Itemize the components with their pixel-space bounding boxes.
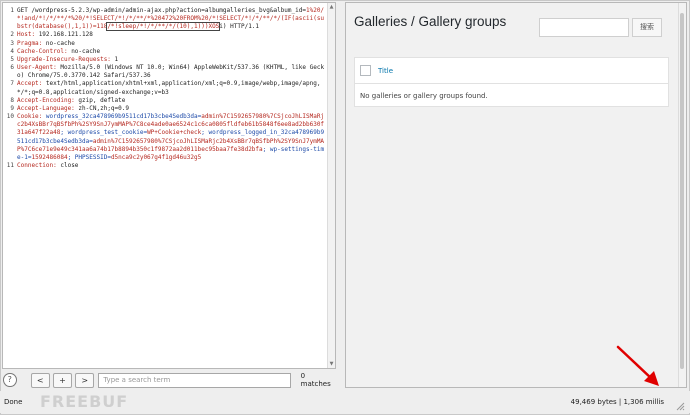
line-segment: gzip, deflate bbox=[78, 96, 126, 104]
scroll-thumb[interactable] bbox=[680, 13, 684, 369]
gallery-search-input[interactable] bbox=[539, 18, 629, 37]
line-segment: zh-CN,zh;q=0.9 bbox=[78, 104, 129, 112]
line-number: 1 bbox=[10, 7, 14, 14]
response-scrollbar[interactable] bbox=[678, 3, 686, 387]
line-text: Cookie: wordpress_32ca478969b9511cd17b3c… bbox=[17, 113, 327, 162]
status-text: Done bbox=[4, 398, 23, 406]
response-stats: 49,469 bytes | 1,306 millis bbox=[570, 398, 664, 406]
line-text: Connection: close bbox=[17, 162, 327, 170]
line-segment: Host: bbox=[17, 31, 39, 39]
line-segment: d5nca9c2y067g4f1gd46u32g5 bbox=[110, 153, 202, 161]
line-segment: 192.168.121.128 bbox=[38, 31, 93, 39]
search-toolbar: ? < + > Type a search term 0 matches bbox=[2, 369, 336, 391]
line-text: Upgrade-Insecure-Requests: 1 bbox=[17, 56, 327, 64]
previous-match-button[interactable]: < bbox=[30, 372, 50, 388]
response-render: Galleries / Gallery groups 搜索 Title No g… bbox=[345, 2, 687, 388]
line-segment: 1592486084 bbox=[31, 153, 68, 161]
line-segment: wordpress_32ca478969b9511cd17b3cbe4Sedb3… bbox=[45, 113, 202, 121]
table-header: Title bbox=[355, 58, 668, 84]
line-segment: Accept-Encoding: bbox=[17, 96, 79, 104]
scroll-up-icon[interactable]: ▲ bbox=[328, 3, 335, 11]
line-segment: Accept: bbox=[17, 80, 46, 88]
line-text: Host: 192.168.121.128 bbox=[17, 31, 327, 39]
scroll-down-icon[interactable]: ▼ bbox=[328, 360, 335, 368]
line-segment: i) HTTP/1.1 bbox=[219, 23, 260, 31]
line-segment: 1 bbox=[114, 55, 119, 63]
select-all-checkbox[interactable] bbox=[360, 65, 371, 76]
match-count: 0 matches bbox=[300, 372, 331, 388]
request-line: 7 Accept: text/html,application/xhtml+xml… bbox=[3, 80, 327, 96]
empty-message: No galleries or gallery groups found. bbox=[360, 92, 488, 100]
line-text: GET /wordpress-5.2.3/wp-admin/admin-ajax… bbox=[17, 7, 327, 32]
request-line: 9 Accept-Language: zh-CN,zh;q=0.9 bbox=[3, 105, 327, 113]
line-text: Pragma: no-cache bbox=[17, 40, 327, 48]
line-text: Accept-Encoding: gzip, deflate bbox=[17, 97, 327, 105]
line-number: 8 bbox=[10, 96, 14, 104]
title-column-link[interactable]: Title bbox=[378, 67, 393, 75]
line-segment: close bbox=[60, 161, 79, 169]
line-number: 2 bbox=[10, 31, 14, 39]
galleries-table: Title No galleries or gallery groups fou… bbox=[354, 57, 669, 107]
request-scrollbar[interactable]: ▲ ▼ bbox=[327, 3, 335, 368]
line-number: 9 bbox=[10, 104, 14, 112]
line-segment: ; wordpress_test_cookie= bbox=[60, 129, 148, 137]
search-input[interactable]: Type a search term bbox=[98, 372, 291, 388]
request-line: 2 Host: 192.168.121.128 bbox=[3, 31, 327, 39]
line-segment: Connection: bbox=[17, 161, 61, 169]
request-line: 10 Cookie: wordpress_32ca478969b9511cd17b… bbox=[3, 113, 327, 162]
resize-grip-icon[interactable] bbox=[675, 401, 685, 411]
request-line: 5 Upgrade-Insecure-Requests: 1 bbox=[3, 56, 327, 64]
line-segment: GET /wordpress-5.2.3/wp-admin/admin-ajax… bbox=[17, 7, 306, 14]
line-number: 10 bbox=[6, 113, 14, 121]
page-title: Galleries / Gallery groups bbox=[354, 14, 507, 29]
line-segment: Accept-Language: bbox=[17, 104, 79, 112]
request-line: 8 Accept-Encoding: gzip, deflate bbox=[3, 97, 327, 105]
line-text: Accept: text/html,application/xhtml+xml,… bbox=[17, 80, 327, 96]
request-line: 4 Cache-Control: no-cache bbox=[3, 48, 327, 56]
request-line: 6 User-Agent: Mozilla/5.0 (Windows NT 10.… bbox=[3, 64, 327, 80]
line-number: 3 bbox=[10, 39, 14, 47]
help-icon[interactable]: ? bbox=[3, 373, 17, 387]
line-segment: Upgrade-Insecure-Requests: bbox=[17, 55, 115, 63]
request-line: 1 GET /wordpress-5.2.3/wp-admin/admin-aja… bbox=[3, 7, 327, 32]
annotation-arrow-icon bbox=[616, 345, 659, 386]
line-text: Cache-Control: no-cache bbox=[17, 48, 327, 56]
line-segment: Mozilla/5.0 (Windows NT 10.0; Win64) App… bbox=[17, 64, 325, 80]
selected-payload: /*!sleep/*!/*/**/*/(10),1)))XOS bbox=[106, 22, 221, 32]
line-number: 7 bbox=[10, 80, 14, 88]
line-segment: Cache-Control: bbox=[17, 47, 72, 55]
line-number: 11 bbox=[6, 161, 14, 169]
search-button[interactable]: 搜索 bbox=[632, 18, 662, 37]
line-number: 5 bbox=[10, 55, 14, 63]
rendered-page: Galleries / Gallery groups 搜索 Title No g… bbox=[346, 3, 686, 387]
line-segment: Pragma: bbox=[17, 39, 46, 47]
line-segment: User-Agent: bbox=[17, 64, 61, 72]
next-match-button[interactable]: > bbox=[75, 372, 95, 388]
line-text: User-Agent: Mozilla/5.0 (Windows NT 10.0… bbox=[17, 64, 327, 80]
line-number: 6 bbox=[10, 64, 14, 72]
line-segment: Cookie: bbox=[17, 113, 46, 121]
line-segment: WP+Cookie+check bbox=[147, 129, 202, 137]
request-text[interactable]: 1 GET /wordpress-5.2.3/wp-admin/admin-aja… bbox=[3, 3, 327, 368]
request-line: 3 Pragma: no-cache bbox=[3, 40, 327, 48]
line-text: Accept-Language: zh-CN,zh;q=0.9 bbox=[17, 105, 327, 113]
request-editor[interactable]: 1 GET /wordpress-5.2.3/wp-admin/admin-aja… bbox=[2, 2, 336, 369]
line-segment: no-cache bbox=[71, 47, 101, 55]
line-segment: text/html,application/xhtml+xml,applicat… bbox=[17, 80, 321, 96]
line-number: 4 bbox=[10, 47, 14, 55]
watermark-logo: FREEBUF bbox=[40, 392, 129, 411]
line-segment: ; PHPSESSID= bbox=[67, 153, 111, 161]
request-line: 11 Connection: close bbox=[3, 162, 327, 170]
add-search-button[interactable]: + bbox=[52, 372, 73, 388]
line-segment: no-cache bbox=[45, 39, 75, 47]
